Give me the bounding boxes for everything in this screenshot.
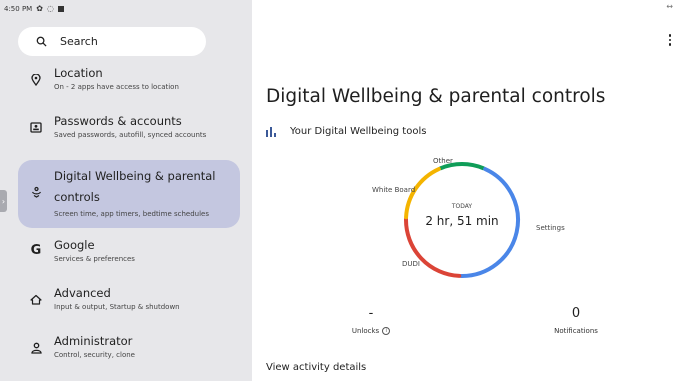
home-outline-icon [18, 280, 54, 305]
search-placeholder: Search [60, 35, 98, 48]
page-title: Digital Wellbeing & parental controls [266, 86, 606, 107]
segment-label-settings: Settings [536, 224, 565, 232]
settings-sidebar: 4:50 PM ✿ ◌ Search Location On - 2 apps … [0, 0, 252, 381]
notifications-label: Notifications [554, 327, 598, 335]
sidebar-item-title: Passwords & accounts [54, 114, 182, 128]
sidebar-item-advanced[interactable]: Advanced Input & output, Startup & shutd… [18, 280, 240, 328]
sidebar-item-google[interactable]: G Google Services & preferences [18, 232, 240, 280]
sidebar-item-digital-wellbeing[interactable]: Digital Wellbeing & parental controls Sc… [18, 160, 240, 228]
sidebar-item-subtitle: Input & output, Startup & shutdown [54, 303, 180, 311]
resize-arrows-icon[interactable]: ↔ [666, 2, 673, 11]
search-bar[interactable]: Search [18, 27, 206, 56]
person-icon [18, 328, 54, 354]
sidebar-item-subtitle: Screen time, app timers, bedtime schedul… [54, 210, 209, 218]
sidebar-item-title: Administrator [54, 334, 133, 348]
segment-label-other: Other [433, 157, 453, 165]
search-icon [26, 36, 56, 47]
wellbeing-tools-header: Your Digital Wellbeing tools [266, 126, 426, 137]
panel-handle-chevron-icon[interactable]: › [0, 190, 7, 212]
google-g-icon: G [30, 243, 42, 258]
bar-chart-icon [266, 126, 276, 137]
screen-time-donut-chart[interactable]: TODAY 2 hr, 51 min Settings DUDI White B… [362, 150, 565, 290]
sidebar-item-subtitle: Services & preferences [54, 255, 135, 263]
status-time: 4:50 PM [4, 5, 33, 13]
notifications-value: 0 [571, 306, 581, 321]
wellbeing-tools-label: Your Digital Wellbeing tools [290, 126, 427, 137]
sidebar-item-title-line2: controls [54, 190, 100, 204]
donut-center-caption: TODAY [451, 203, 473, 210]
notifications-stat[interactable]: 0 Notifications [546, 306, 606, 335]
settings-gear-icon: ✿ [36, 4, 43, 13]
sidebar-item-subtitle: On - 2 apps have access to location [54, 83, 179, 91]
segment-label-white-board: White Board [372, 186, 416, 194]
sidebar-item-passwords-accounts[interactable]: Passwords & accounts Saved passwords, au… [18, 108, 240, 156]
unlocks-stat[interactable]: - Unlocks i [346, 306, 396, 335]
unlocks-value: - [368, 306, 374, 321]
sidebar-item-subtitle: Saved passwords, autofill, synced accoun… [54, 131, 207, 139]
location-pin-icon [18, 60, 54, 86]
main-content: ↔ Digital Wellbeing & parental controls … [252, 0, 681, 381]
unlocks-label: Unlocks [351, 327, 380, 335]
segment-label-dudi: DUDI [402, 260, 420, 268]
sidebar-item-administrator[interactable]: Administrator Control, security, clone [18, 328, 240, 376]
sidebar-item-subtitle: Control, security, clone [54, 351, 135, 359]
wellbeing-icon [18, 160, 54, 198]
shield-icon: ◌ [46, 4, 54, 13]
notification-square-icon [57, 6, 64, 12]
status-bar: 4:50 PM ✿ ◌ [4, 3, 64, 15]
id-card-icon [18, 108, 54, 133]
sidebar-item-title: Location [54, 66, 103, 80]
more-options-icon[interactable] [667, 34, 673, 46]
donut-center-value: 2 hr, 51 min [425, 214, 499, 228]
sidebar-item-title-line1: Digital Wellbeing & parental [54, 169, 216, 183]
sidebar-item-title: Advanced [54, 286, 111, 300]
sidebar-item-title: Google [54, 238, 95, 252]
sidebar-item-location[interactable]: Location On - 2 apps have access to loca… [18, 60, 240, 108]
info-icon[interactable]: i [382, 327, 391, 335]
view-activity-details-link[interactable]: View activity details [266, 362, 366, 373]
